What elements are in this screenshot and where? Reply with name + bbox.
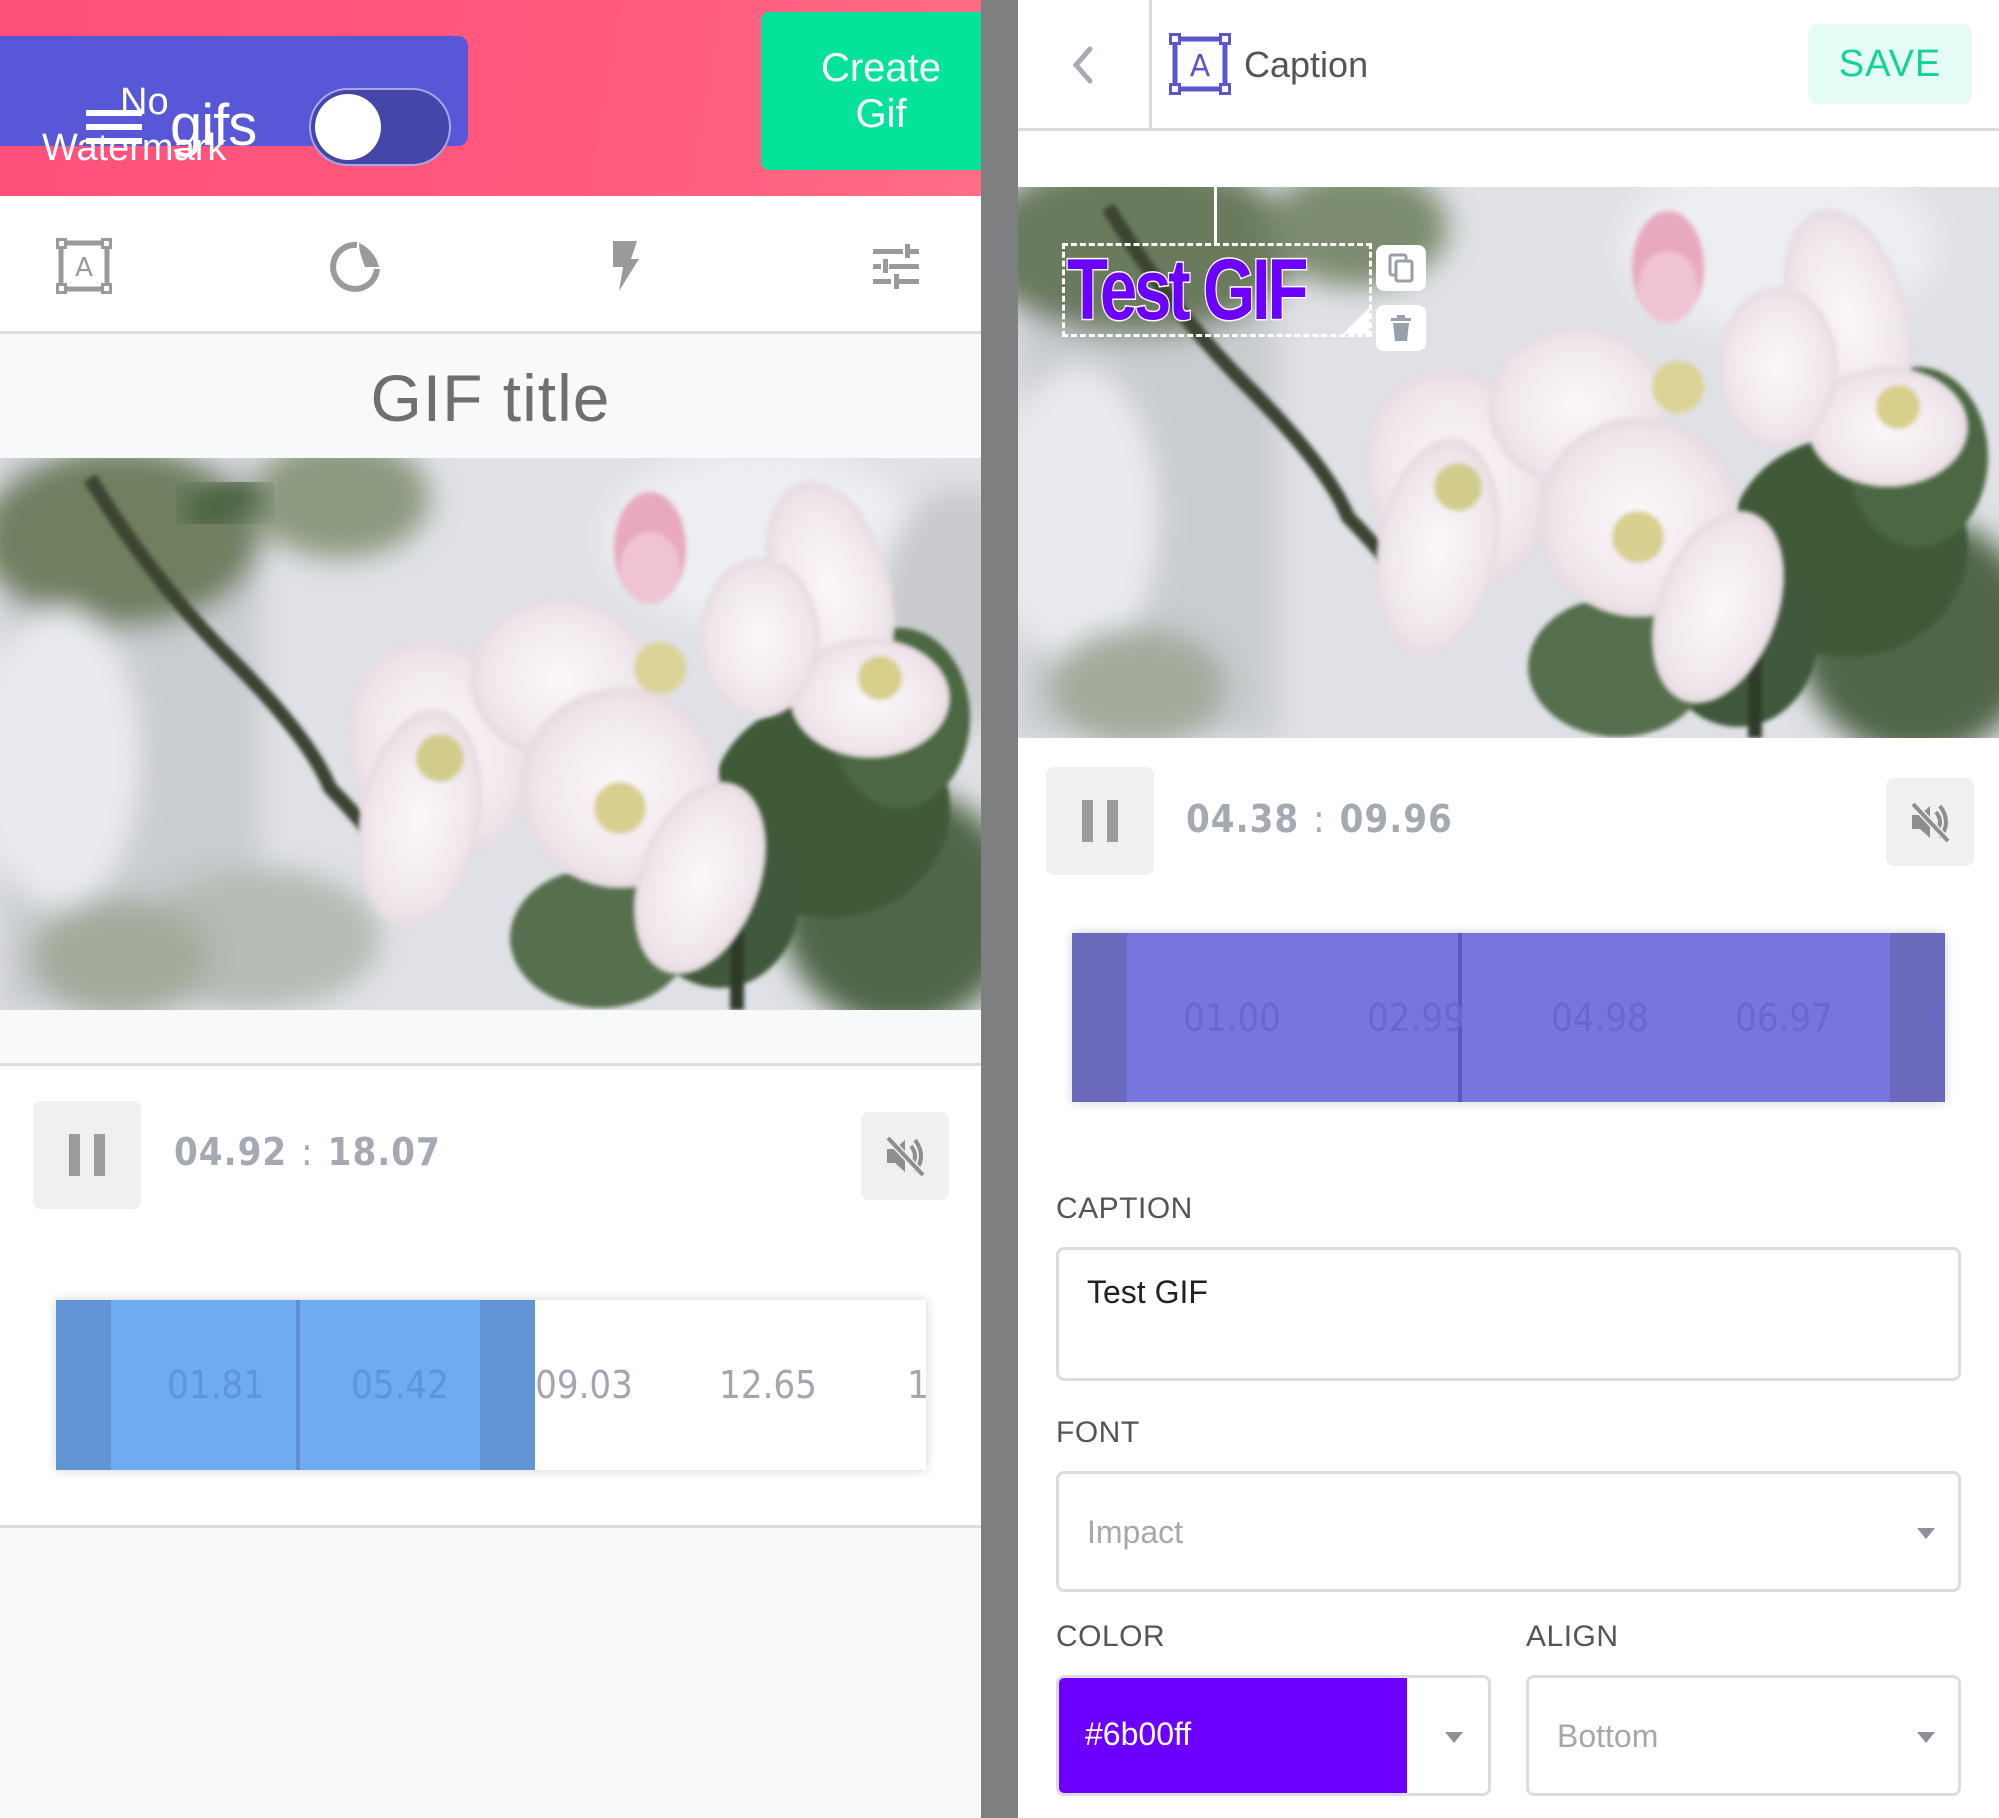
brand-logo-no: No — [120, 81, 169, 123]
time-separator: : — [301, 1130, 314, 1174]
caption-timeline[interactable]: 01.00 02.99 04.98 06.97 0 — [1072, 933, 1945, 1102]
editor-toolbar: A — [0, 196, 981, 334]
playback-time: 04.38:09.96 — [1186, 797, 1453, 841]
svg-text:A: A — [1190, 49, 1211, 84]
timeline-playhead[interactable] — [296, 1300, 300, 1470]
caption-editor-panel: A Caption SAVE Test GIF 04.38: 09.96 01… — [1018, 0, 1999, 1818]
pause-button[interactable] — [1046, 767, 1154, 875]
time-separator: : — [1313, 797, 1326, 841]
trim-handle-start[interactable] — [56, 1300, 111, 1470]
caption-header: A Caption SAVE — [1018, 0, 1999, 131]
timeline-tick-label: 1 — [907, 1363, 926, 1407]
playback-time: 04.92:18.07 — [174, 1130, 441, 1174]
save-button[interactable]: SAVE — [1808, 24, 1972, 104]
brand-logo-watermark: Watermark — [42, 127, 227, 169]
playback-section: 04.92:18.07 01.81 05.42 09.03 12.65 1 — [0, 1066, 981, 1526]
copy-icon — [1388, 253, 1414, 283]
current-time: 04.92 — [174, 1130, 288, 1174]
brand-pill: No gifs Watermark — [0, 36, 468, 168]
caption-icon: A — [1169, 33, 1231, 95]
toolbar-sticker-button[interactable] — [326, 236, 386, 296]
timeline-tick-label: 06.97 — [1735, 995, 1833, 1040]
svg-text:A: A — [75, 253, 93, 283]
gif-title-input[interactable]: GIF title — [0, 337, 981, 458]
gif-title-placeholder: GIF title — [370, 360, 611, 435]
pause-icon — [1082, 800, 1093, 842]
header-divider — [1149, 0, 1152, 131]
chevron-left-icon — [1072, 46, 1093, 84]
toolbar-caption-button[interactable]: A — [54, 236, 114, 296]
trim-handle-start[interactable] — [1072, 933, 1127, 1102]
timeline-tick-label: 12.65 — [719, 1363, 817, 1407]
color-select[interactable]: #6b00ff — [1056, 1675, 1491, 1796]
resize-handle[interactable] — [1343, 308, 1369, 334]
duplicate-caption-button[interactable] — [1376, 245, 1426, 291]
pause-button[interactable] — [33, 1101, 141, 1209]
chevron-down-icon — [1445, 1732, 1463, 1743]
gif-preview-image — [0, 458, 981, 1010]
toggle-knob — [315, 94, 381, 160]
timeline-tick-label: 01.00 — [1183, 995, 1281, 1040]
create-gif-button[interactable]: Create Gif — [761, 12, 981, 170]
color-label: COLOR — [1056, 1620, 1166, 1653]
timeline-tick-label: 01.81 — [167, 1363, 265, 1407]
volume-muted-icon — [1910, 801, 1951, 844]
caption-input-value: Test GIF — [1087, 1274, 1208, 1310]
toolbar-effects-button[interactable] — [596, 236, 656, 296]
volume-muted-icon — [885, 1135, 926, 1178]
page-title: Caption — [1244, 44, 1369, 85]
timeline-tick-label: 09.03 — [535, 1363, 633, 1407]
gif-preview-image: Test GIF — [1018, 187, 1999, 738]
mute-button[interactable] — [1886, 778, 1974, 866]
trim-timeline[interactable]: 01.81 05.42 09.03 12.65 1 — [56, 1300, 926, 1470]
toolbar-adjust-button[interactable] — [866, 236, 926, 296]
trim-handle-end[interactable] — [479, 1300, 535, 1470]
pause-icon — [69, 1134, 80, 1176]
chevron-down-icon — [1917, 1732, 1935, 1743]
chevron-down-icon — [1917, 1528, 1935, 1539]
lightning-icon — [613, 241, 639, 291]
timeline-tick-label: 02.99 — [1367, 995, 1465, 1040]
caption-overlay-text: Test GIF — [1066, 241, 1310, 340]
delete-caption-button[interactable] — [1376, 305, 1426, 351]
color-select-value: #6b00ff — [1085, 1716, 1192, 1752]
current-time: 04.38 — [1186, 797, 1300, 841]
timeline-tick-label: 04.98 — [1551, 995, 1649, 1040]
mute-button[interactable] — [861, 1112, 949, 1200]
caption-label: CAPTION — [1056, 1192, 1193, 1225]
empty-area — [0, 1528, 981, 1818]
create-gif-label-2: Gif — [855, 92, 907, 136]
create-gif-label-1: Create — [820, 46, 942, 90]
total-time: 09.96 — [1339, 797, 1453, 841]
app-header: No gifs Watermark Create Gif — [0, 0, 981, 196]
font-select[interactable]: Impact — [1056, 1471, 1961, 1592]
font-select-value: Impact — [1087, 1514, 1184, 1550]
total-time: 18.07 — [327, 1130, 441, 1174]
align-label: ALIGN — [1526, 1620, 1619, 1653]
timeline-tick-label: 0 — [1931, 995, 1945, 1040]
align-select-value: Bottom — [1557, 1718, 1659, 1754]
back-button[interactable] — [1048, 30, 1118, 100]
sliders-icon — [873, 244, 919, 289]
timeline-tick-label: 05.42 — [351, 1363, 449, 1407]
trash-icon — [1391, 315, 1411, 341]
caption-input[interactable]: Test GIF — [1056, 1247, 1961, 1381]
sticker-icon — [330, 241, 380, 292]
caption-overlay[interactable]: Test GIF — [1062, 241, 1372, 340]
watermark-toggle[interactable] — [309, 88, 451, 166]
rotate-handle[interactable] — [1214, 187, 1217, 243]
gif-editor-main-panel: No gifs Watermark Create Gif A GIF title… — [0, 0, 981, 1818]
font-label: FONT — [1056, 1416, 1140, 1449]
caption-icon: A — [56, 238, 112, 294]
align-select[interactable]: Bottom — [1526, 1675, 1961, 1796]
